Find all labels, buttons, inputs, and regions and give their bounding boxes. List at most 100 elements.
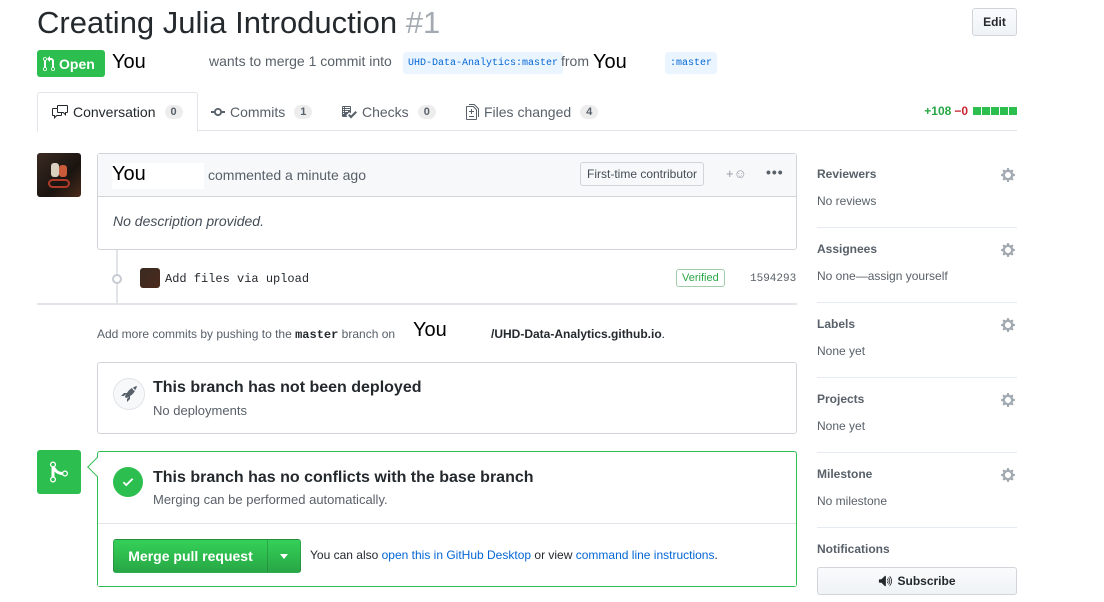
pr-number: #1	[405, 5, 441, 40]
comment-body: No description provided.	[113, 213, 264, 229]
sidebar-milestone: Milestone No milestone	[817, 453, 1017, 528]
sidebar-value: None yet	[817, 344, 866, 358]
gear-icon[interactable]	[1001, 392, 1017, 408]
head-author[interactable]: You	[593, 51, 627, 74]
push-hint-repo[interactable]: /UHD-Data-Analytics.github.io.	[491, 327, 665, 341]
avatar-bike	[48, 179, 70, 188]
push-hint-author[interactable]: You	[413, 319, 447, 342]
merge-pull-request-button[interactable]: Merge pull request	[113, 539, 268, 573]
tab-files-changed[interactable]: Files changed 4	[452, 92, 612, 131]
comment-discussion-icon	[52, 105, 68, 119]
comment-timestamp[interactable]: commented a minute ago	[208, 167, 366, 183]
sidebar-value[interactable]: No one—assign yourself	[817, 269, 948, 283]
tab-label: Checks	[362, 103, 409, 120]
add-reaction-icon[interactable]: +☺	[726, 166, 747, 181]
comment-box: You commented a minute ago First-time co…	[97, 153, 797, 250]
merge-actions: Merge pull request You can also open thi…	[98, 524, 796, 586]
avatar-figure	[51, 163, 59, 177]
merge-alt-middle: or view	[534, 548, 573, 562]
diffstat-block	[973, 107, 981, 115]
command-line-link[interactable]: command line instructions	[576, 548, 715, 562]
gear-icon[interactable]	[1001, 317, 1017, 333]
tab-counter: 4	[580, 104, 599, 119]
status-badge: Open	[37, 50, 105, 77]
tab-conversation[interactable]: Conversation 0	[37, 92, 198, 132]
checklist-icon	[342, 105, 357, 118]
push-hint: Add more commits by pushing to the maste…	[97, 327, 395, 342]
diffstat-deletions: −0	[954, 104, 968, 118]
comment-author[interactable]: You	[112, 163, 204, 189]
verified-badge[interactable]: Verified	[676, 269, 725, 287]
tab-commits[interactable]: Commits 1	[197, 92, 326, 131]
pr-meta: Open You wants to merge 1 commit into UH…	[37, 50, 937, 77]
diffstat-block	[991, 107, 999, 115]
merge-alt-prefix: You can also	[310, 548, 379, 562]
git-merge-icon	[37, 450, 81, 494]
sidebar-heading[interactable]: Assignees	[817, 242, 877, 256]
base-branch[interactable]: UHD-Data-Analytics:master	[403, 52, 564, 74]
sidebar-heading[interactable]: Reviewers	[817, 167, 876, 181]
file-diff-icon	[466, 103, 479, 120]
merge-description: wants to merge 1 commit into	[209, 53, 392, 69]
caret-down-icon	[280, 553, 288, 559]
rocket-icon	[113, 378, 145, 410]
diffstat[interactable]: +108 −0	[924, 104, 1017, 118]
merge-subtitle: Merging can be performed automatically.	[153, 492, 388, 507]
merge-alt-suffix: .	[714, 548, 718, 562]
tab-label: Conversation	[73, 104, 156, 120]
sidebar-assignees: Assignees No one—assign yourself	[817, 228, 1017, 303]
commit-sha[interactable]: 1594293	[750, 273, 796, 285]
push-hint-branch: master	[295, 328, 339, 342]
sidebar-value: No milestone	[817, 494, 888, 508]
merge-method-dropdown[interactable]	[267, 539, 301, 573]
sidebar-heading[interactable]: Projects	[817, 392, 864, 406]
gear-icon[interactable]	[1001, 467, 1017, 483]
sidebar-heading[interactable]: Labels	[817, 317, 855, 331]
sidebar-value: None yet	[817, 419, 866, 433]
pr-title-text: Creating Julia Introduction	[37, 5, 398, 40]
deploy-title: This branch has not been deployed	[153, 379, 422, 396]
notifications-heading: Notifications	[817, 542, 890, 556]
push-hint-middle: branch on	[341, 327, 396, 341]
commit-message[interactable]: Add files via upload	[165, 272, 309, 286]
pull-request-icon	[43, 55, 55, 71]
merge-box: This branch has no conflicts with the ba…	[87, 451, 797, 587]
commit-dot-icon	[112, 274, 122, 284]
diffstat-additions: +108	[924, 104, 952, 118]
head-branch[interactable]: :master	[665, 52, 718, 74]
sidebar: Reviewers No reviews Assignees No one—as…	[817, 153, 1017, 595]
tab-counter: 1	[294, 104, 313, 119]
pr-tabs: Conversation 0 Commits 1 Checks 0 Files …	[37, 92, 1017, 132]
push-hint-prefix: Add more commits by pushing to the	[97, 327, 292, 341]
deploy-subtitle: No deployments	[153, 403, 247, 418]
tab-counter: 0	[417, 104, 436, 119]
edit-button[interactable]: Edit	[972, 8, 1017, 36]
gear-icon[interactable]	[1001, 242, 1017, 258]
check-icon	[113, 467, 143, 497]
push-hint-repo-name: /UHD-Data-Analytics.github.io	[491, 327, 662, 341]
diffstat-block	[1000, 107, 1008, 115]
tab-checks[interactable]: Checks 0	[327, 92, 450, 131]
subscribe-button[interactable]: Subscribe	[817, 567, 1017, 595]
open-desktop-link[interactable]: open this in GitHub Desktop	[382, 548, 531, 562]
commit-avatar[interactable]	[140, 268, 160, 288]
push-hint-suffix: .	[661, 327, 666, 341]
sidebar-value: No reviews	[817, 194, 877, 208]
pr-title: Creating Julia Introduction #1	[37, 5, 440, 41]
diffstat-block	[1009, 107, 1017, 115]
merge-status: This branch has no conflicts with the ba…	[98, 452, 796, 524]
diffstat-block	[982, 107, 990, 115]
sidebar-labels: Labels None yet	[817, 303, 1017, 378]
unmute-icon	[879, 575, 893, 587]
pr-author[interactable]: You	[112, 51, 146, 74]
sidebar-heading[interactable]: Milestone	[817, 467, 872, 481]
sidebar-projects: Projects None yet	[817, 378, 1017, 453]
gear-icon[interactable]	[1001, 167, 1017, 183]
more-options-icon[interactable]: •••	[766, 164, 784, 180]
subscribe-label: Subscribe	[897, 574, 956, 588]
avatar[interactable]	[37, 153, 81, 197]
deploy-box: This branch has not been deployed No dep…	[97, 362, 797, 434]
timeline-divider	[37, 303, 797, 305]
sidebar-reviewers: Reviewers No reviews	[817, 153, 1017, 228]
tab-counter: 0	[164, 105, 183, 119]
